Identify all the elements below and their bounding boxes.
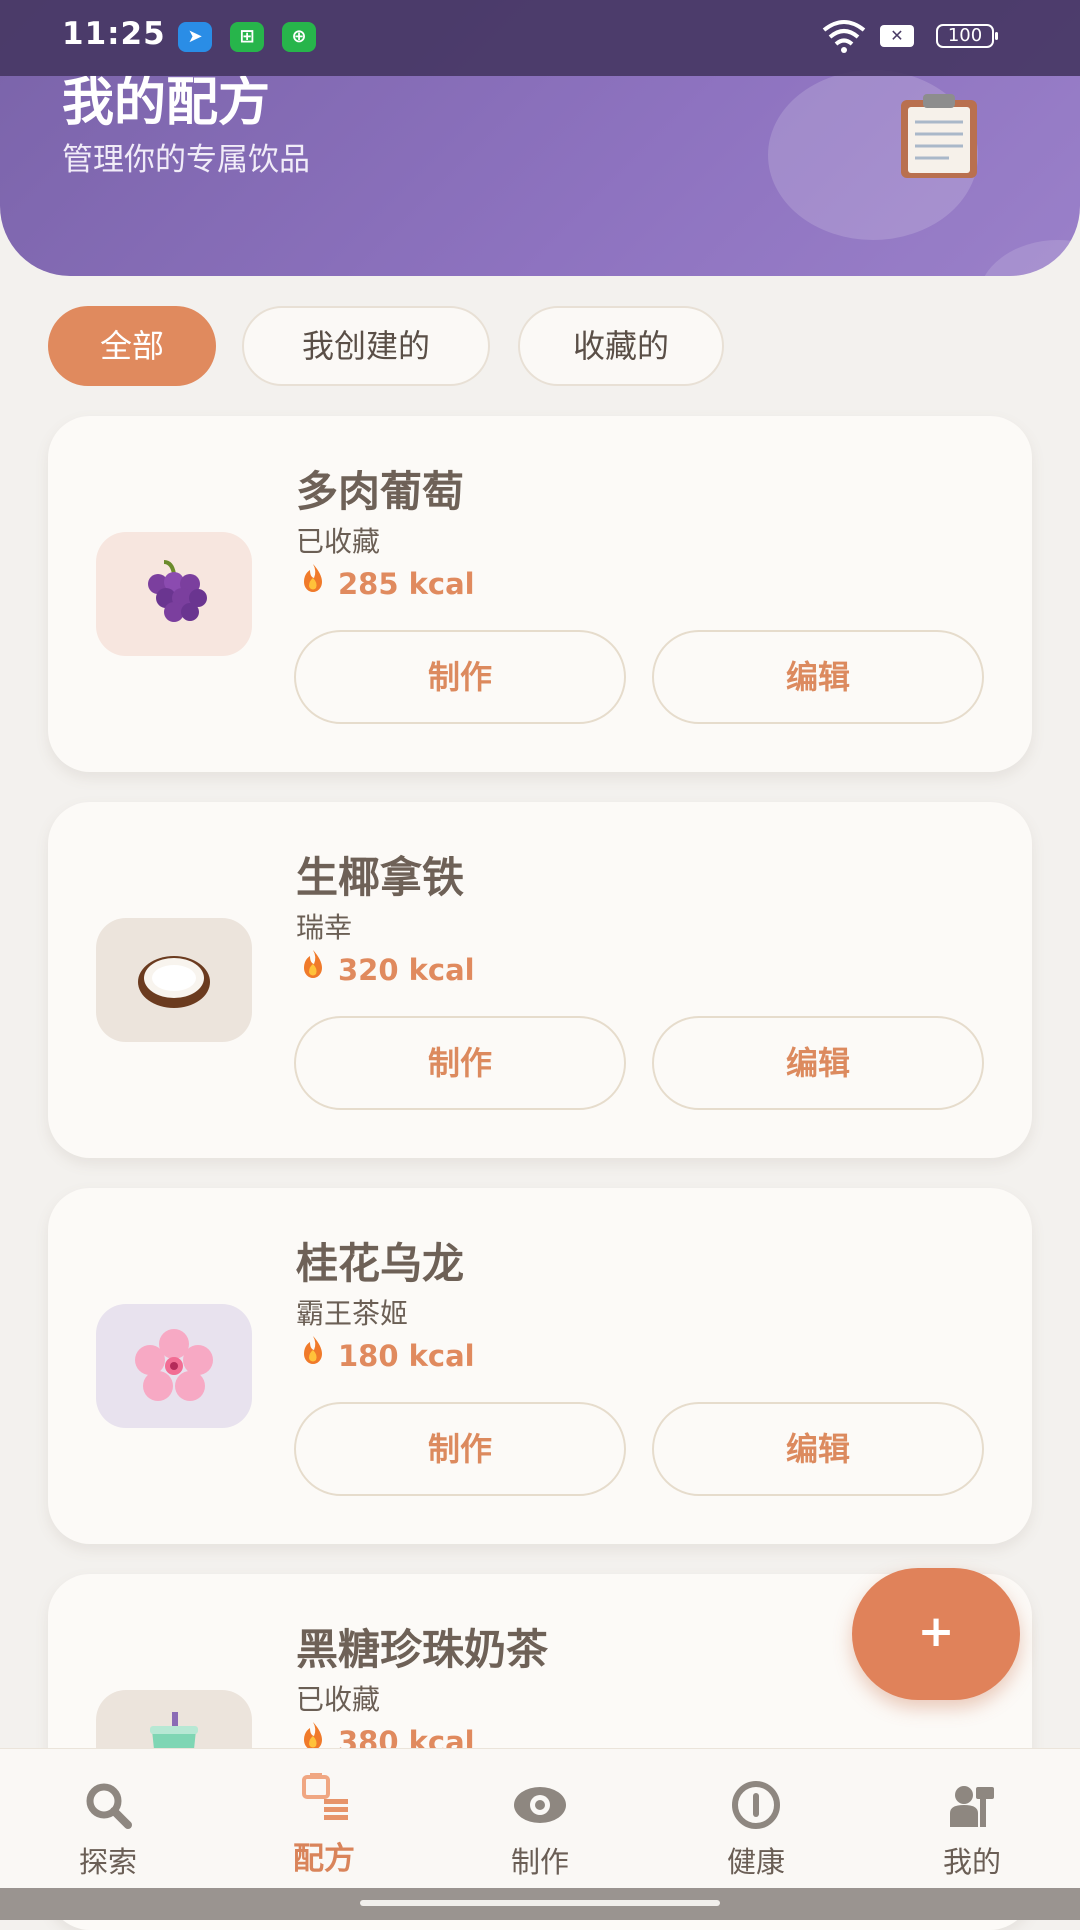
page-subtitle: 管理你的专属饮品 — [62, 142, 310, 178]
recipe-source: 已收藏 — [296, 1683, 381, 1716]
profile-icon — [950, 1786, 994, 1827]
recipe-name: 生椰拿铁 — [296, 853, 465, 902]
nav-item-profile[interactable]: 我的 — [864, 1749, 1080, 1889]
nav-label: 健康 — [726, 1845, 785, 1879]
make-button[interactable]: 制作 — [294, 1402, 626, 1496]
edit-button[interactable]: 编辑 — [652, 1016, 984, 1110]
nav-item-health[interactable]: 健康 — [648, 1749, 864, 1889]
battery-indicator: 100 — [936, 24, 998, 48]
decorative-bubble — [978, 240, 1080, 276]
recipe-icon — [302, 1773, 348, 1820]
nav-item-make[interactable]: 制作 — [432, 1749, 648, 1889]
recipe-name: 多肉葡萄 — [296, 467, 465, 516]
recipe-kcal-value: 180 kcal — [338, 1339, 475, 1373]
filter-created[interactable]: 我创建的 — [242, 306, 490, 386]
bottom-nav: 探索 配方 制作 健康 我的 — [0, 1748, 1080, 1889]
search-icon — [86, 1783, 132, 1829]
flower-icon — [135, 1329, 213, 1401]
recipe-card[interactable]: 生椰拿铁 瑞幸 320 kcal 制作 编辑 — [48, 802, 1032, 1158]
recipe-source: 瑞幸 — [296, 911, 353, 944]
recipe-source: 已收藏 — [296, 525, 381, 558]
recipe-name: 桂花乌龙 — [296, 1239, 465, 1288]
recipe-kcal-value: 285 kcal — [338, 567, 475, 601]
navigation-app-icon: ➤ — [178, 22, 212, 52]
recipe-thumbnail — [96, 532, 252, 656]
nav-label: 探索 — [78, 1845, 137, 1879]
shopping-app-icon: ⊞ — [230, 22, 264, 52]
edit-button[interactable]: 编辑 — [652, 630, 984, 724]
make-icon — [514, 1787, 566, 1823]
grape-icon — [148, 560, 207, 622]
gesture-bar — [0, 1888, 1080, 1920]
coconut-icon — [138, 956, 210, 1008]
status-time: 11:25 — [62, 16, 166, 52]
recipe-kcal-value: 320 kcal — [338, 953, 475, 987]
recipe-thumbnail — [96, 918, 252, 1042]
close-notification-icon: ✕ — [880, 25, 914, 47]
recipe-name: 黑糖珍珠奶茶 — [296, 1625, 549, 1674]
home-indicator[interactable] — [360, 1900, 720, 1906]
security-app-icon: ⊕ — [282, 22, 316, 52]
flame-icon — [304, 1336, 322, 1364]
filter-all[interactable]: 全部 — [48, 306, 216, 386]
nav-item-explore[interactable]: 探索 — [0, 1749, 216, 1889]
make-button[interactable]: 制作 — [294, 1016, 626, 1110]
make-button[interactable]: 制作 — [294, 630, 626, 724]
recipe-calories: 180 kcal — [296, 1334, 475, 1373]
recipe-calories: 320 kcal — [296, 948, 475, 987]
nav-label: 制作 — [510, 1845, 569, 1879]
flame-icon — [304, 950, 322, 978]
recipe-calories: 285 kcal — [296, 562, 475, 601]
filter-favorites[interactable]: 收藏的 — [518, 306, 724, 386]
recipe-card[interactable]: 桂花乌龙 霸王茶姬 180 kcal 制作 编辑 — [48, 1188, 1032, 1544]
health-icon — [732, 1781, 780, 1829]
nav-item-recipes[interactable]: 配方 — [216, 1749, 432, 1889]
flame-icon — [304, 564, 322, 592]
edit-button[interactable]: 编辑 — [652, 1402, 984, 1496]
status-bar: 11:25 ➤ ⊞ ⊕ ✕ 100 — [0, 0, 1080, 76]
clipboard-icon — [901, 94, 977, 178]
wifi-icon — [822, 20, 866, 53]
recipe-source: 霸王茶姬 — [296, 1297, 409, 1330]
recipe-card[interactable]: 多肉葡萄 已收藏 285 kcal 制作 编辑 — [48, 416, 1032, 772]
nav-label: 配方 — [293, 1841, 355, 1877]
add-recipe-button[interactable]: + — [852, 1568, 1020, 1700]
recipe-thumbnail — [96, 1304, 252, 1428]
nav-label: 我的 — [942, 1845, 1001, 1879]
